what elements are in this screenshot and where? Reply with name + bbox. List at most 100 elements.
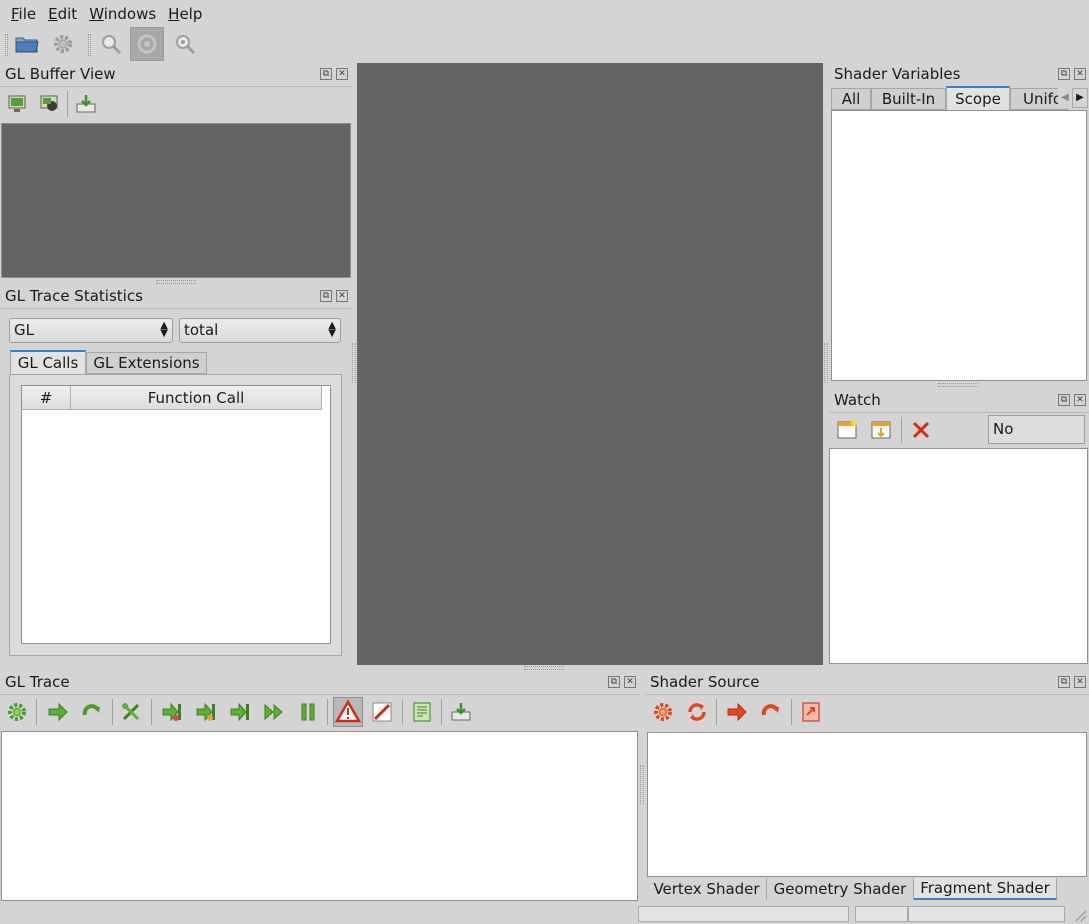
splitter-handle[interactable] [938,383,978,387]
tab-label: GL Calls [17,354,79,372]
capture-back-icon[interactable] [39,93,61,115]
buffer-view-dock-buttons: ⧉ ✕ [320,68,348,80]
menu-file[interactable]: File [5,5,42,23]
gl-trace-title-bar[interactable]: GL Trace [0,671,640,693]
api-select[interactable]: GL ▲ ▼ [9,318,173,343]
tab-built-in[interactable]: Built-In [871,88,946,110]
new-window-icon[interactable] [836,419,858,441]
close-icon[interactable]: ✕ [1074,676,1086,688]
tab-all[interactable]: All [831,88,871,110]
resize-grip-icon[interactable] [1071,906,1087,922]
gl-trace-list[interactable] [1,731,638,901]
buffer-view-title-bar[interactable]: GL Buffer View [0,63,352,85]
gear-icon[interactable] [49,30,77,58]
add-to-window-icon[interactable] [870,419,892,441]
gl-trace-title: GL Trace [5,673,70,691]
splitter-handle[interactable] [640,765,644,805]
menu-bar: File Edit Windows Help [0,0,1089,27]
close-icon[interactable]: ✕ [1074,394,1086,406]
divider [0,694,640,695]
execute-icon[interactable] [6,701,28,723]
scroll-left-icon[interactable]: ◀ [1058,88,1072,108]
buffer-view-canvas[interactable] [1,123,351,278]
edit-icon[interactable] [371,701,393,723]
float-icon[interactable]: ⧉ [1058,394,1070,406]
main-toolbar [0,27,1089,63]
target-icon[interactable] [130,27,164,61]
watch-title-bar[interactable]: Watch [829,389,1089,411]
watch-list[interactable] [829,448,1088,664]
splitter-handle[interactable] [156,280,196,284]
tab-label: Vertex Shader [653,880,760,898]
splitter-handle[interactable] [824,343,828,383]
toolbar-grip-2[interactable] [88,34,91,56]
column-header-function-call[interactable]: Function Call [71,386,322,410]
tab-geometry-shader[interactable]: Geometry Shader [767,878,914,900]
function-call-table[interactable] [21,385,331,644]
watch-dock-buttons: ⧉ ✕ [1058,394,1086,406]
close-icon[interactable]: ✕ [336,290,348,302]
tab-scope[interactable]: Scope [946,86,1010,110]
menu-windows[interactable]: Windows [83,5,162,23]
fast-forward-icon[interactable] [263,701,285,723]
close-icon[interactable]: ✕ [336,68,348,80]
delete-icon[interactable] [910,419,932,441]
shader-step-over-icon[interactable] [760,701,782,723]
selection-display[interactable]: No Selection [988,415,1085,465]
splitter-handle[interactable] [352,343,356,383]
gl-trace-dock-buttons: ⧉ ✕ [608,676,636,688]
splitter-handle[interactable] [524,666,564,670]
shader-source-title-bar[interactable]: Shader Source [645,671,1089,693]
float-icon[interactable]: ⧉ [320,68,332,80]
float-icon[interactable]: ⧉ [608,676,620,688]
zoom-reset-icon[interactable] [171,30,199,58]
float-icon[interactable]: ⧉ [1058,68,1070,80]
pause-icon[interactable] [297,701,319,723]
skip-frame-icon[interactable] [229,701,251,723]
step-icon[interactable] [47,701,69,723]
stat-select[interactable]: total ▲ ▼ [179,318,341,343]
step-over-icon[interactable] [81,701,103,723]
toolbar-grip[interactable] [5,34,8,56]
open-folder-icon[interactable] [13,30,41,58]
buffer-view-title: GL Buffer View [5,65,116,83]
zoom-icon[interactable] [97,30,125,58]
shader-document-icon[interactable] [800,701,822,723]
tools-icon[interactable] [120,701,142,723]
status-segment-1 [638,906,849,922]
divider [0,308,352,309]
skip-draw-icon[interactable] [161,701,183,723]
tab-fragment-shader[interactable]: Fragment Shader [914,878,1057,900]
shader-source-editor[interactable] [647,732,1087,877]
divider [0,86,352,87]
toolbar-separator [67,91,68,117]
shader-step-icon[interactable] [726,701,748,723]
error-check-toggle[interactable] [333,697,363,727]
close-icon[interactable]: ✕ [1074,68,1086,80]
watch-title: Watch [834,391,881,409]
float-icon[interactable]: ⧉ [1058,676,1070,688]
document-icon[interactable] [411,701,433,723]
menu-edit[interactable]: Edit [42,5,83,23]
tab-gl-calls[interactable]: GL Calls [10,350,86,374]
updown-arrow-icon: ▲ ▼ [328,320,336,339]
toolbar-separator [716,699,717,725]
float-icon[interactable]: ⧉ [320,290,332,302]
save-trace-icon[interactable] [450,701,472,723]
shader-execute-icon[interactable] [652,701,674,723]
tab-gl-extensions[interactable]: GL Extensions [86,352,207,374]
central-area[interactable] [357,63,823,665]
refresh-icon[interactable] [686,701,708,723]
capture-front-icon[interactable] [7,93,29,115]
shader-vars-title-bar[interactable]: Shader Variables [829,63,1089,85]
scroll-right-icon[interactable]: ▶ [1072,88,1088,108]
skip-shader-icon[interactable] [195,701,217,723]
menu-help[interactable]: Help [162,5,208,23]
column-header-index[interactable]: # [22,386,71,410]
save-image-icon[interactable] [75,93,97,115]
close-icon[interactable]: ✕ [624,676,636,688]
tab-vertex-shader[interactable]: Vertex Shader [647,878,767,900]
shader-vars-list[interactable] [831,110,1087,381]
toolbar-separator [441,699,442,725]
trace-stats-title-bar[interactable]: GL Trace Statistics [0,285,352,307]
